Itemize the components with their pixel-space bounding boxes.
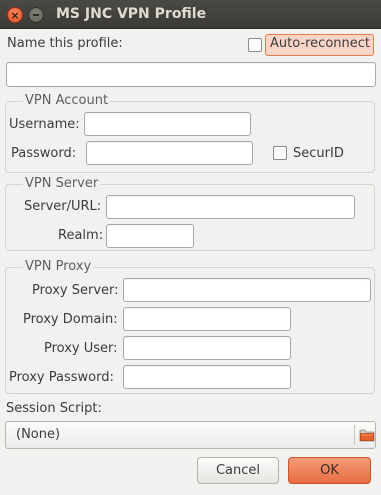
auto-reconnect-checkbox[interactable]: Auto-reconnect (246, 34, 374, 56)
session-script-label: Session Script: (6, 401, 102, 416)
password-input[interactable] (86, 141, 253, 165)
password-label: Password: (11, 146, 77, 161)
proxy-user-label: Proxy User: (44, 341, 118, 356)
auto-reconnect-label: Auto-reconnect (270, 36, 370, 51)
server-url-input[interactable] (106, 195, 355, 219)
profile-name-input[interactable] (6, 62, 376, 87)
proxy-server-label: Proxy Server: (32, 283, 119, 298)
proxy-user-input[interactable] (123, 336, 291, 360)
cancel-button[interactable]: Cancel (197, 457, 279, 484)
username-input[interactable] (84, 112, 251, 136)
minimize-icon[interactable] (28, 7, 44, 23)
vpn-profile-dialog: × MS JNC VPN Profile Name this profile: … (0, 0, 381, 495)
vpn-server-title: VPN Server (23, 176, 101, 191)
title-bar: × MS JNC VPN Profile (0, 0, 381, 29)
ok-button[interactable]: OK (288, 457, 371, 484)
server-url-label: Server/URL: (24, 199, 102, 214)
securid-checkbox[interactable] (273, 146, 287, 160)
window-title: MS JNC VPN Profile (56, 6, 207, 22)
session-script-chooser[interactable]: (None) (5, 421, 376, 449)
folder-icon[interactable] (359, 427, 375, 443)
profile-name-label: Name this profile: (7, 36, 123, 51)
proxy-server-input[interactable] (123, 278, 371, 302)
vpn-proxy-title: VPN Proxy (23, 259, 94, 274)
session-script-value: (None) (16, 427, 61, 442)
vpn-account-title: VPN Account (23, 93, 111, 108)
realm-input[interactable] (106, 224, 194, 248)
realm-label: Realm: (58, 228, 104, 243)
username-label: Username: (9, 117, 80, 132)
proxy-domain-input[interactable] (123, 307, 291, 331)
proxy-domain-label: Proxy Domain: (23, 312, 118, 327)
proxy-password-label: Proxy Password: (9, 370, 114, 385)
auto-reconnect-check[interactable] (248, 38, 262, 52)
securid-label: SecurID (293, 146, 344, 161)
chooser-separator (354, 425, 355, 445)
proxy-password-input[interactable] (123, 365, 291, 389)
close-icon[interactable]: × (7, 7, 23, 23)
